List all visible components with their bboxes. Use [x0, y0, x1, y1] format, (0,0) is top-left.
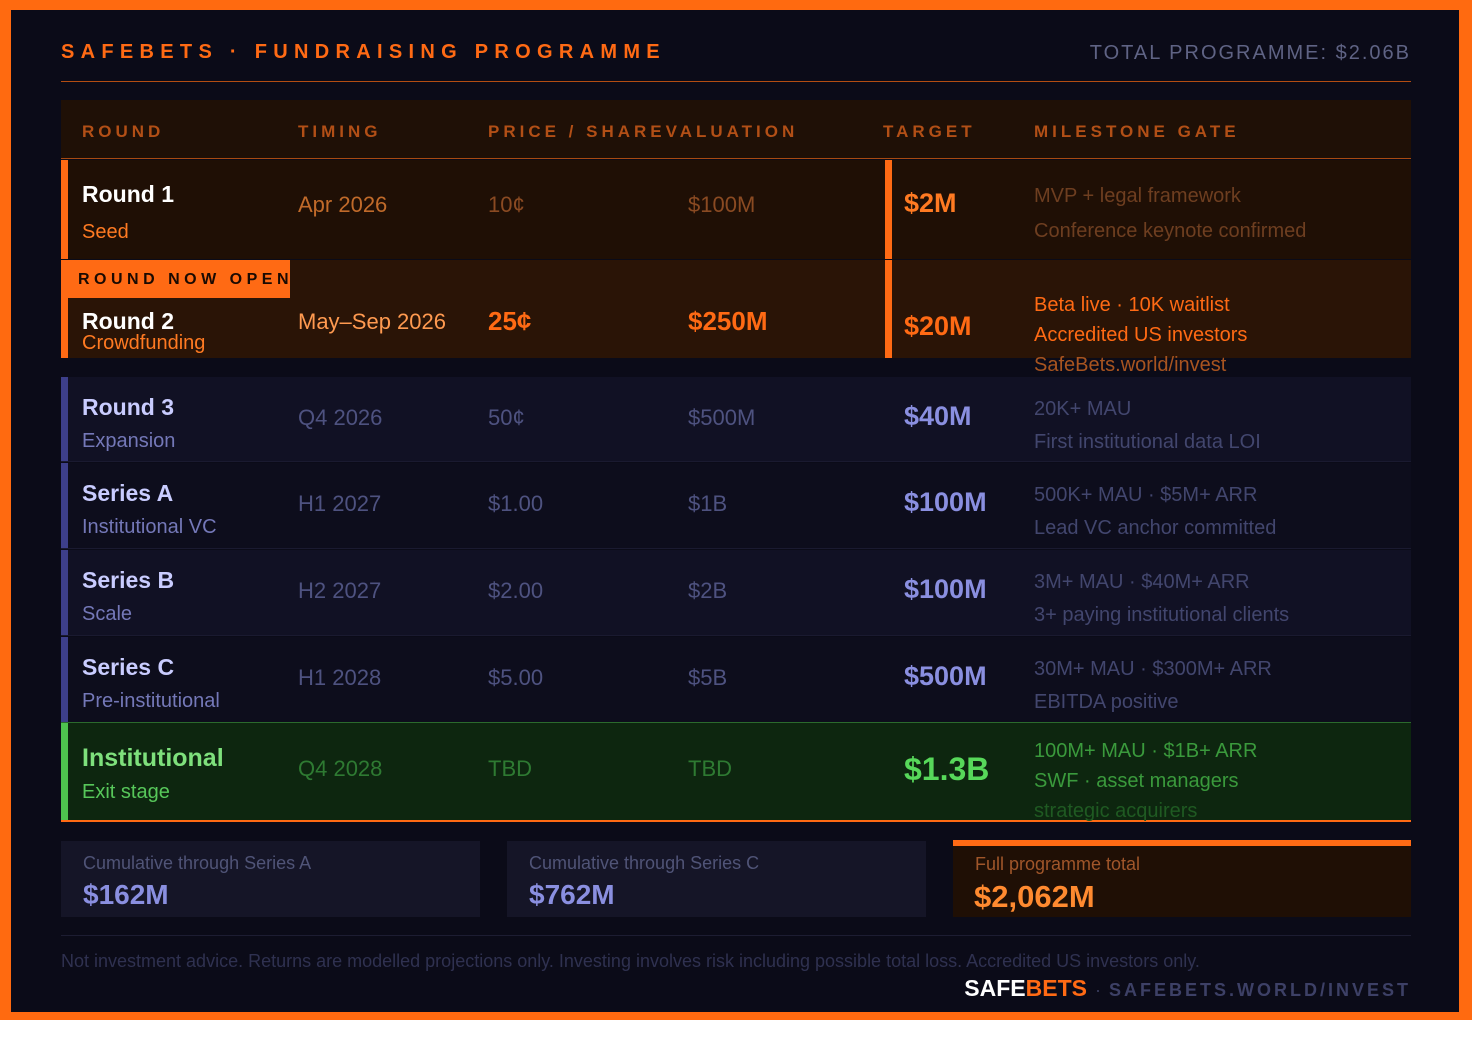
round-milestone: 3M+ MAU · $40M+ ARR [1034, 571, 1250, 593]
summary-amount: $2,062M [974, 879, 1095, 914]
round-target: $500M [904, 661, 987, 691]
round-subtitle: Crowdfunding [82, 332, 206, 354]
round-milestone: 100M+ MAU · $1B+ ARR [1034, 740, 1258, 762]
round-milestone: SafeBets.world/invest [1034, 354, 1227, 376]
round-valuation: $2B [688, 578, 728, 603]
round-milestone: Conference keynote confirmed [1034, 220, 1307, 242]
col-target: TARGET [883, 122, 976, 141]
round-price: 25¢ [488, 306, 532, 336]
round-subtitle: Scale [82, 603, 133, 625]
round-valuation: $5B [688, 665, 728, 690]
summary-card-series-a: Cumulative through Series A $162M [61, 841, 480, 917]
summary-label: Full programme total [975, 854, 1141, 874]
row-accent [61, 463, 68, 548]
round-name: Series B [82, 567, 175, 593]
summary-amount: $162M [83, 879, 169, 910]
round-price: $1.00 [488, 491, 544, 516]
summary-label: Cumulative through Series C [529, 853, 760, 873]
badge-label: ROUND NOW OPEN [78, 271, 290, 288]
col-timing: TIMING [298, 122, 382, 141]
round-valuation: TBD [688, 756, 732, 781]
round-subtitle: Exit stage [82, 781, 170, 803]
round-target: $1.3B [904, 751, 990, 787]
footer-divider [61, 935, 1411, 936]
summary-card-series-c: Cumulative through Series C $762M [507, 841, 926, 917]
header-divider [61, 81, 1411, 82]
round-milestone: First institutional data LOI [1034, 431, 1261, 453]
round-target: $20M [904, 311, 972, 341]
disclaimer-text: Not investment advice. Returns are model… [61, 951, 1200, 971]
round-name: Round 1 [82, 181, 174, 207]
round-valuation: $1B [688, 491, 728, 516]
target-marker [885, 260, 892, 358]
round-valuation: $250M [688, 306, 768, 336]
round-price: 50¢ [488, 405, 525, 430]
table-row-series-b: Series B Scale H2 2027 $2.00 $2B $100M 3… [61, 550, 1411, 636]
invest-link[interactable]: SAFEBETS.WORLD/INVEST [1109, 980, 1411, 1000]
summary-card-total: Full programme total $2,062M [953, 840, 1411, 917]
footer-brand: SAFEBETS · SAFEBETS.WORLD/INVEST [964, 975, 1411, 1002]
row-accent [61, 377, 68, 461]
round-timing: H1 2028 [298, 665, 382, 690]
row-accent [61, 637, 68, 722]
round-target: $2M [904, 188, 957, 218]
round-target: $100M [904, 574, 987, 604]
round-timing: May–Sep 2026 [298, 309, 446, 334]
col-round: ROUND [82, 122, 165, 141]
round-price: TBD [488, 756, 532, 781]
round-price: $5.00 [488, 665, 544, 690]
brand-logo-part: SAFE [964, 975, 1026, 1001]
round-timing: Q4 2026 [298, 405, 383, 430]
col-milestone: MILESTONE GATE [1034, 122, 1240, 141]
table-row-series-c: Series C Pre-institutional H1 2028 $5.00… [61, 637, 1411, 722]
round-price: $2.00 [488, 578, 544, 603]
target-marker [885, 160, 892, 259]
round-milestone: Accredited US investors [1034, 324, 1248, 346]
round-timing: Apr 2026 [298, 192, 388, 217]
round-milestone: Lead VC anchor committed [1034, 517, 1277, 539]
brand-logo-part: BETS [1025, 975, 1087, 1001]
summary-label: Cumulative through Series A [83, 853, 312, 873]
round-milestone: 500K+ MAU · $5M+ ARR [1034, 484, 1258, 506]
table-row-institutional: Institutional Exit stage Q4 2028 TBD TBD… [61, 722, 1411, 822]
round-target: $40M [904, 401, 972, 431]
round-valuation: $500M [688, 405, 756, 430]
table-row-round-3: Round 3 Expansion Q4 2026 50¢ $500M $40M… [61, 377, 1411, 462]
col-price-valuation: PRICE / SHAREVALUATION [488, 122, 799, 141]
round-valuation: $100M [688, 192, 756, 217]
round-milestone: 30M+ MAU · $300M+ ARR [1034, 658, 1272, 680]
summary-amount: $762M [529, 879, 615, 910]
round-milestone: Beta live · 10K waitlist [1034, 294, 1230, 316]
round-name: Round 3 [82, 394, 174, 420]
round-milestone: MVP + legal framework [1034, 185, 1241, 207]
round-milestone: EBITDA positive [1034, 691, 1179, 713]
round-milestone: SWF · asset managers [1034, 770, 1239, 792]
round-milestone: 3+ paying institutional clients [1034, 604, 1290, 626]
round-subtitle: Seed [82, 221, 129, 243]
round-name: Institutional [82, 744, 224, 772]
round-milestone: strategic acquirers [1034, 800, 1198, 822]
round-subtitle: Expansion [82, 430, 176, 452]
table-row-series-a: Series A Institutional VC H1 2027 $1.00 … [61, 463, 1411, 549]
round-name: Series C [82, 654, 175, 680]
round-open-badge: ROUND NOW OPEN [61, 260, 290, 298]
page-title: SAFEBETS · FUNDRAISING PROGRAMME [61, 41, 666, 63]
round-name: Series A [82, 480, 174, 506]
row-accent [61, 550, 68, 635]
row-accent [61, 160, 68, 259]
round-timing: H1 2027 [298, 491, 382, 516]
row-accent [61, 723, 68, 820]
round-subtitle: Institutional VC [82, 516, 217, 538]
table-header: ROUND TIMING PRICE / SHAREVALUATION TARG… [61, 100, 1411, 159]
programme-total: TOTAL PROGRAMME: $2.06B [1089, 42, 1411, 64]
round-subtitle: Pre-institutional [82, 690, 220, 712]
brand-separator: · [1094, 980, 1101, 1000]
round-target: $100M [904, 487, 987, 517]
round-timing: H2 2027 [298, 578, 382, 603]
round-milestone: 20K+ MAU [1034, 398, 1132, 420]
round-timing: Q4 2028 [298, 756, 383, 781]
round-price: 10¢ [488, 192, 525, 217]
table-row-round-1: Round 1 Seed Apr 2026 10¢ $100M $2M MVP … [61, 160, 1411, 259]
round-name: Round 2 [82, 308, 174, 334]
